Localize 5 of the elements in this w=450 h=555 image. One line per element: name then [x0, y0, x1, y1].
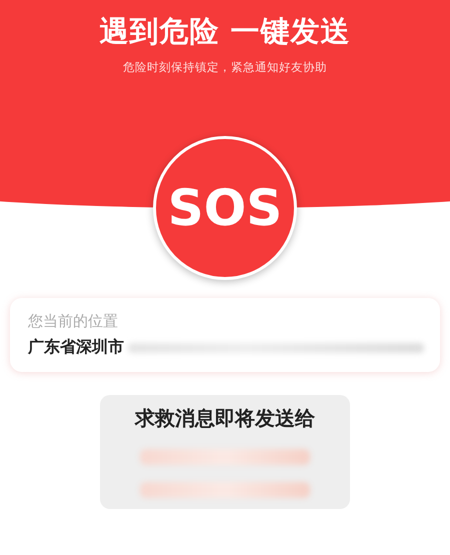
headline: 遇到危险 一键发送 — [99, 13, 351, 50]
address-text: 广东省深圳市 — [28, 337, 124, 358]
subtitle: 危险时刻保持镇定，紧急通知好友协助 — [123, 60, 327, 75]
location-label: 您当前的位置 — [28, 312, 119, 331]
recipients-title: 求救消息即将发送给 — [135, 405, 315, 432]
